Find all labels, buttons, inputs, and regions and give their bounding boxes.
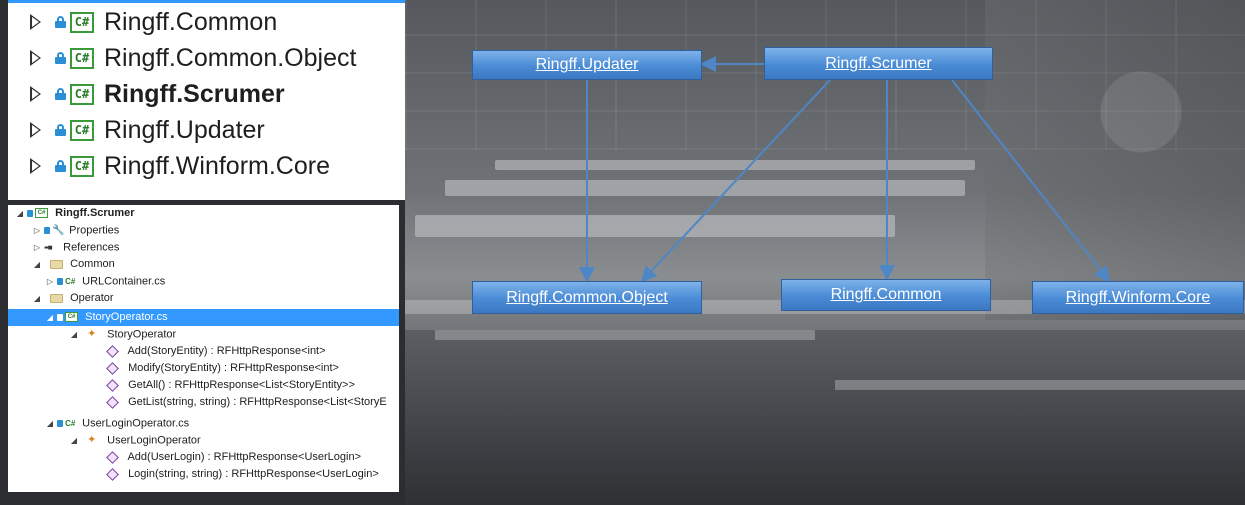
lock-icon — [55, 52, 66, 64]
project-item-scrumer[interactable]: C# Ringff.Scrumer — [30, 76, 285, 112]
tree-node-label: GetAll() : RFHttpResponse<List<StoryEnti… — [128, 379, 355, 391]
selection-edge — [8, 0, 405, 3]
lock-icon — [55, 16, 66, 28]
tree-node-project[interactable]: ◢ C# Ringff.Scrumer — [8, 205, 399, 222]
csharp-file-icon: C# — [65, 312, 79, 323]
project-item-winform-core[interactable]: C# Ringff.Winform.Core — [30, 148, 330, 184]
lock-icon — [44, 227, 51, 234]
collapse-arrow-icon[interactable]: ◢ — [33, 256, 41, 273]
folder-icon — [50, 259, 64, 269]
node-updater[interactable]: Ringff.Updater — [472, 50, 702, 80]
class-icon: ✦ — [87, 328, 97, 340]
collapse-arrow-icon[interactable]: ◢ — [46, 415, 54, 432]
tree-node-userloginoperator-class[interactable]: ◢ ✦ UserLoginOperator — [8, 432, 399, 449]
project-label: Ringff.Winform.Core — [104, 151, 330, 180]
tree-node-storyoperator-file[interactable]: ◢ C# StoryOperator.cs — [8, 309, 399, 326]
tree-node-method[interactable]: Login(string, string) : RFHttpResponse<U… — [8, 466, 399, 483]
csharp-project-icon: C# — [35, 208, 49, 219]
floor-area — [405, 330, 1245, 505]
tree-node-label: UserLoginOperator.cs — [82, 417, 190, 430]
project-label: Ringff.Updater — [104, 115, 265, 144]
expand-arrow-icon[interactable]: ▷ — [33, 222, 41, 239]
collapse-arrow-icon[interactable]: ◢ — [70, 326, 78, 343]
lock-icon — [57, 420, 64, 427]
lock-icon — [57, 313, 64, 321]
tree-node-label: Add(UserLogin) : RFHttpResponse<UserLogi… — [127, 451, 362, 463]
tree-node-method[interactable]: Add(StoryEntity) : RFHttpResponse<int> — [8, 343, 399, 360]
tree-node-userloginoperator-file[interactable]: ◢ C# UserLoginOperator.cs — [8, 415, 399, 432]
blueprint-sketch-overlay — [985, 0, 1245, 320]
lock-icon — [55, 160, 66, 172]
tree-node-label: Add(StoryEntity) : RFHttpResponse<int> — [127, 345, 326, 357]
lock-icon — [55, 124, 66, 136]
lock-icon — [57, 278, 64, 285]
collapse-arrow-icon[interactable]: ◢ — [33, 290, 41, 307]
desk-divider — [835, 380, 1245, 390]
tree-node-method[interactable]: Add(UserLogin) : RFHttpResponse<UserLogi… — [8, 449, 399, 466]
method-icon — [106, 344, 119, 358]
tree-node-folder-operator[interactable]: ◢ Operator — [8, 290, 399, 307]
lock-icon — [55, 88, 66, 100]
node-common[interactable]: Ringff.Common — [781, 279, 991, 311]
desk-row — [415, 215, 895, 237]
tree-node-label: StoryOperator.cs — [85, 311, 168, 323]
collapse-arrow-icon[interactable]: ◢ — [16, 205, 24, 222]
tree-node-properties[interactable]: ▷ 🔧 Properties — [8, 222, 399, 239]
csharp-project-icon: C# — [70, 47, 94, 69]
tree-node-label: Modify(StoryEntity) : RFHttpResponse<int… — [128, 362, 339, 374]
csharp-project-icon: C# — [70, 11, 94, 33]
tree-node-method[interactable]: GetAll() : RFHttpResponse<List<StoryEnti… — [8, 377, 399, 394]
references-icon: ▪▪■ — [44, 243, 53, 252]
method-icon — [106, 395, 119, 409]
method-icon — [106, 467, 119, 481]
lock-icon — [27, 209, 34, 217]
tree-node-label: Operator — [70, 292, 114, 304]
wrench-icon: 🔧 — [52, 225, 65, 236]
project-label: Ringff.Scrumer — [104, 79, 285, 108]
tree-node-label: StoryOperator — [107, 328, 177, 341]
project-item-updater[interactable]: C# Ringff.Updater — [30, 112, 265, 148]
solution-explorer-tree: ◢ C# Ringff.Scrumer ▷ 🔧 Properties ▷ ▪▪■… — [8, 205, 399, 492]
node-common-object[interactable]: Ringff.Common.Object — [472, 281, 702, 314]
collapse-arrow-icon[interactable]: ◢ — [46, 309, 54, 326]
project-label: Ringff.Common.Object — [104, 43, 357, 72]
tree-node-references[interactable]: ▷ ▪▪■ References — [8, 239, 399, 256]
node-winform-core[interactable]: Ringff.Winform.Core — [1032, 281, 1244, 314]
folder-icon — [50, 293, 64, 303]
tree-node-storyoperator-class[interactable]: ◢ ✦ StoryOperator — [8, 326, 399, 343]
solution-explorer-zoom: C# Ringff.Common C# Ringff.Common.Object… — [8, 0, 405, 200]
tree-node-folder-common[interactable]: ◢ Common — [8, 256, 399, 273]
expand-arrow-icon[interactable]: ▷ — [46, 273, 54, 290]
tree-node-method[interactable]: Modify(StoryEntity) : RFHttpResponse<int… — [8, 360, 399, 377]
tree-node-urlcontainer[interactable]: ▷ C# URLContainer.cs — [8, 273, 399, 290]
csharp-file-icon: C# — [65, 277, 76, 286]
csharp-file-icon: C# — [65, 419, 76, 428]
csharp-project-icon: C# — [70, 83, 94, 105]
tree-node-label: Login(string, string) : RFHttpResponse<U… — [128, 468, 379, 480]
method-icon — [106, 450, 119, 464]
tree-node-label: Common — [70, 258, 115, 270]
tree-node-label: UserLoginOperator — [107, 434, 201, 447]
expand-arrow-icon[interactable]: ▷ — [33, 239, 41, 256]
desk-row — [495, 160, 975, 170]
tree-node-label: URLContainer.cs — [82, 275, 166, 288]
class-icon: ✦ — [87, 434, 97, 446]
csharp-project-icon: C# — [70, 155, 94, 177]
tree-node-label: Properties — [69, 224, 120, 237]
tree-node-label: GetList(string, string) : RFHttpResponse… — [128, 396, 387, 408]
csharp-project-icon: C# — [70, 119, 94, 141]
project-item-common[interactable]: C# Ringff.Common — [30, 4, 277, 40]
desk-row — [445, 180, 965, 196]
node-scrumer[interactable]: Ringff.Scrumer — [764, 47, 993, 80]
method-icon — [106, 378, 119, 392]
tree-node-label: Ringff.Scrumer — [55, 207, 135, 219]
desk-divider — [435, 330, 815, 340]
tree-node-label: References — [63, 241, 120, 254]
collapse-arrow-icon[interactable]: ◢ — [70, 432, 78, 449]
method-icon — [106, 361, 119, 375]
tree-node-method[interactable]: GetList(string, string) : RFHttpResponse… — [8, 394, 399, 411]
project-item-common-object[interactable]: C# Ringff.Common.Object — [30, 40, 356, 76]
project-label: Ringff.Common — [104, 7, 278, 36]
